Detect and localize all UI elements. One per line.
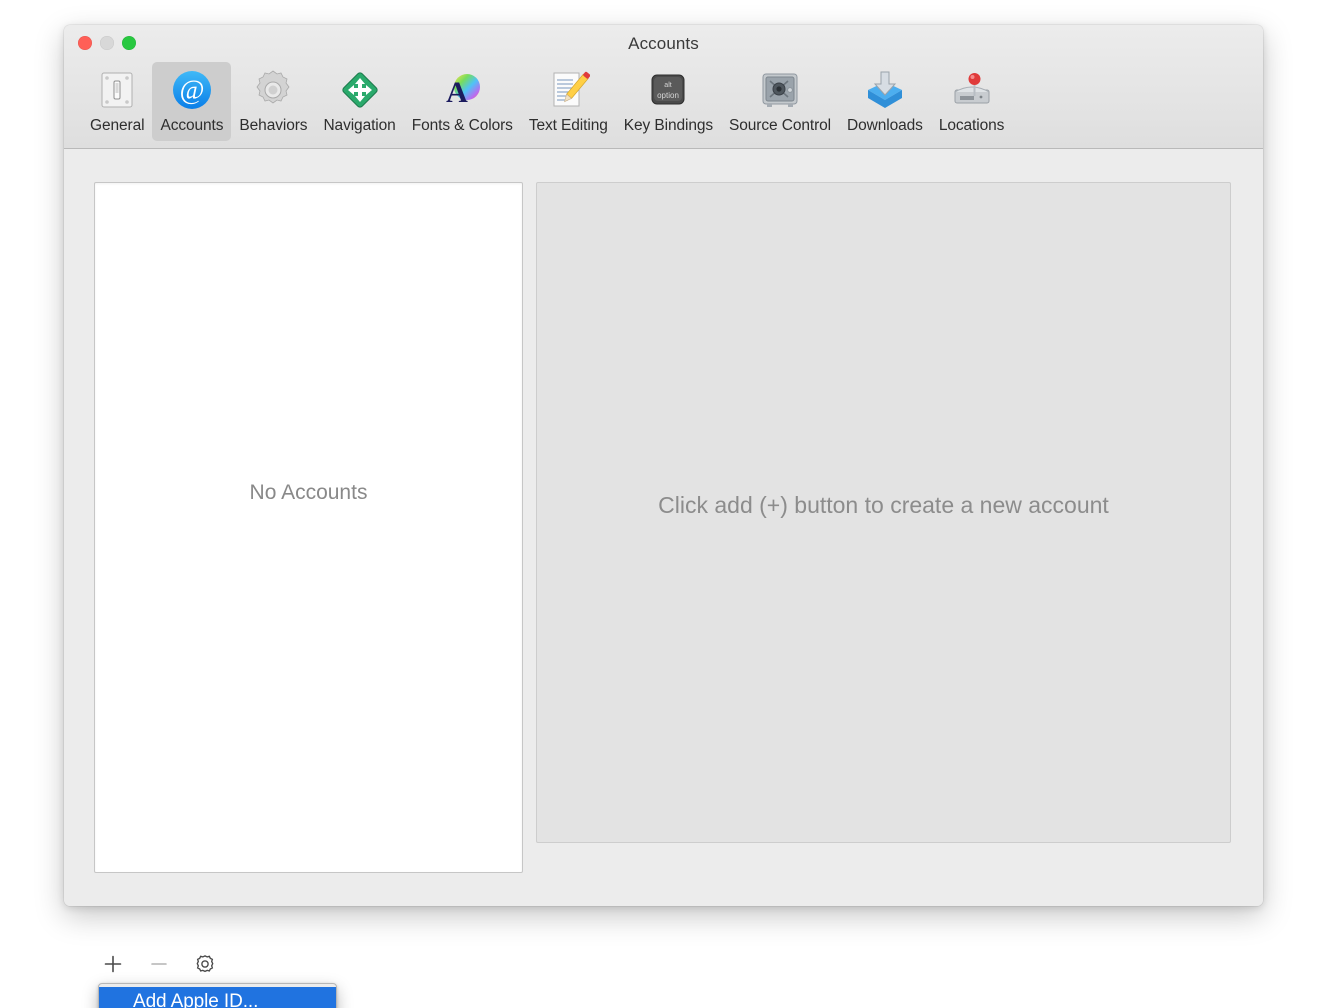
tab-label: Accounts (160, 117, 223, 135)
remove-account-button[interactable] (146, 951, 172, 977)
download-arrow-icon (861, 66, 909, 114)
letter-a-color-wheel-icon: A (438, 66, 486, 114)
tab-label: Locations (939, 117, 1004, 135)
window-titlebar: Accounts General (64, 25, 1263, 149)
safe-vault-icon (756, 66, 804, 114)
preferences-body: No Accounts Click add (+) button to crea… (64, 149, 1263, 906)
svg-text:alt: alt (665, 82, 672, 89)
svg-text:@: @ (180, 75, 205, 105)
window-title: Accounts (64, 34, 1263, 54)
option-key-icon: alt option (644, 66, 692, 114)
four-way-arrow-icon (336, 66, 384, 114)
menu-item-add-apple-id[interactable]: Add Apple ID... (99, 987, 336, 1008)
account-options-gear-icon[interactable] (192, 951, 218, 977)
tab-label: General (90, 117, 144, 135)
accounts-list-panel[interactable]: No Accounts (94, 182, 523, 873)
tab-accounts[interactable]: @ Accounts (152, 62, 231, 141)
account-detail-panel: Click add (+) button to create a new acc… (536, 182, 1231, 843)
tab-label: Source Control (729, 117, 831, 135)
svg-text:option: option (657, 91, 679, 100)
light-switch-icon (93, 66, 141, 114)
tab-label: Navigation (323, 117, 395, 135)
tab-navigation[interactable]: Navigation (315, 62, 403, 141)
tab-label: Text Editing (529, 117, 608, 135)
tab-downloads[interactable]: Downloads (839, 62, 931, 141)
add-account-button[interactable] (100, 951, 126, 977)
tab-behaviors[interactable]: Behaviors (231, 62, 315, 141)
preferences-toolbar: General @ Accounts (64, 62, 1263, 141)
accounts-list-toolbar (100, 951, 218, 977)
tab-label: Downloads (847, 117, 923, 135)
document-pencil-icon (544, 66, 592, 114)
tab-general[interactable]: General (82, 62, 152, 141)
accounts-empty-message: No Accounts (95, 481, 522, 505)
detail-empty-message: Click add (+) button to create a new acc… (537, 492, 1230, 519)
preferences-window: Accounts General (64, 25, 1263, 906)
tab-fonts-colors[interactable]: A Fonts & Colors (404, 62, 521, 141)
tab-key-bindings[interactable]: alt option Key Bindings (616, 62, 721, 141)
tab-label: Behaviors (239, 117, 307, 135)
tab-text-editing[interactable]: Text Editing (521, 62, 616, 141)
screen: Accounts General (0, 0, 1326, 1008)
add-account-popup-menu: Add Apple ID... Add Repository... Add Se… (98, 983, 337, 1008)
svg-text:A: A (446, 76, 468, 109)
tab-label: Fonts & Colors (412, 117, 513, 135)
tab-locations[interactable]: Locations (931, 62, 1012, 141)
hard-drive-pin-icon (948, 66, 996, 114)
gear-icon (249, 66, 297, 114)
at-sign-icon: @ (168, 66, 216, 114)
tab-label: Key Bindings (624, 117, 713, 135)
tab-source-control[interactable]: Source Control (721, 62, 839, 141)
